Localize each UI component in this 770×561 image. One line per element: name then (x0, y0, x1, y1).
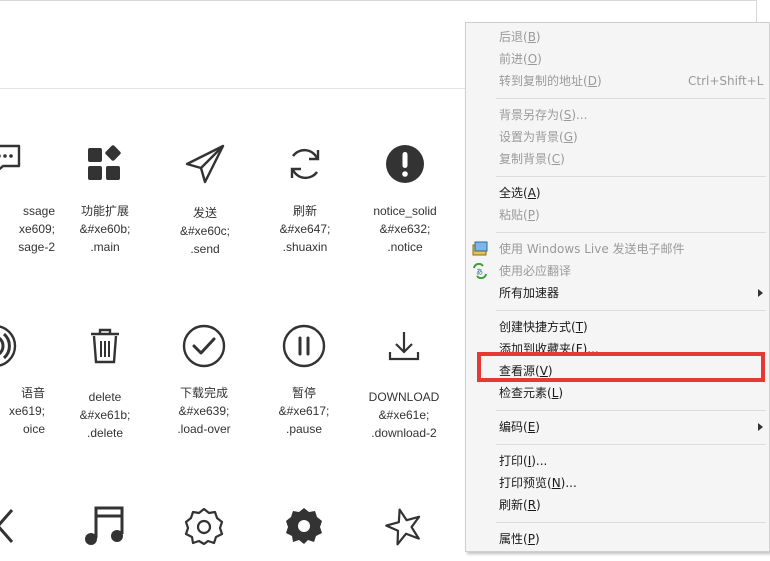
icon-label: 功能扩展 (80, 204, 129, 218)
refresh-icon (290, 148, 320, 180)
icon-class: .shuaxin (282, 240, 328, 254)
menu-shortcut-goto: Ctrl+Shift+L (688, 74, 764, 88)
menu-separator (496, 98, 766, 99)
icon-cell-notice[interactable]: notice_solid &#xe632; .notice (355, 144, 455, 256)
menu-item-save-background[interactable]: 背景另存为(S)... (499, 105, 587, 125)
icon-code: &#xe61b; (79, 408, 131, 422)
icon-cell-refresh[interactable]: 刷新 &#xe647; .shuaxin (255, 144, 355, 256)
icon-label: 刷新 (292, 204, 317, 218)
email-icon (472, 241, 488, 256)
context-menu: 后退(B) 前进(O) 转到复制的地址(D) Ctrl+Shift+L 背景另存… (465, 22, 770, 552)
music-icon[interactable] (82, 502, 128, 548)
icon-label: notice_solid (373, 204, 437, 218)
icon-code: &#xe632; (379, 222, 431, 236)
send-icon (185, 144, 225, 184)
highlight-box (477, 352, 765, 382)
icon-class: .pause (285, 422, 323, 436)
chevron-left-icon[interactable] (0, 506, 20, 546)
icon-code: &#xe60b; (79, 222, 131, 236)
message-icon (0, 144, 21, 171)
menu-item-goto-copied-address[interactable]: 转到复制的地址(D) (499, 71, 602, 91)
grid-icon (88, 145, 121, 180)
icon-code: &#xe647; (279, 222, 331, 236)
icon-code: &#xe639; (178, 404, 230, 418)
submenu-arrow-icon (758, 423, 763, 431)
icon-cell-pause[interactable]: 暂停 &#xe617; .pause (254, 324, 354, 438)
menu-separator (496, 410, 766, 411)
icon-label: 下载完成 (179, 386, 228, 400)
icon-cell-voice[interactable]: 语音 xe619; oice (0, 324, 45, 438)
menu-item-set-background[interactable]: 设置为背景(G) (499, 127, 578, 147)
icon-code: xe619; (8, 404, 45, 418)
icon-class: .notice (387, 240, 423, 254)
menu-separator (496, 444, 766, 445)
translate-icon: あ (473, 263, 487, 279)
icon-cell-send[interactable]: 发送 &#xe60c; .send (155, 142, 255, 258)
menu-item-inspect-element[interactable]: 检查元素(L) (499, 383, 563, 403)
icon-label: DOWNLOAD (368, 390, 440, 404)
icon-code: &#xe60c; (179, 224, 231, 238)
menu-separator (496, 310, 766, 311)
star-icon[interactable] (384, 506, 424, 546)
submenu-arrow-icon (758, 289, 763, 297)
menu-item-properties[interactable]: 属性(P) (499, 529, 540, 549)
menu-item-select-all[interactable]: 全选(A) (499, 183, 541, 203)
icon-label: 暂停 (291, 386, 316, 400)
check-circle-icon (182, 324, 226, 368)
icon-class: sage-2 (18, 240, 55, 254)
icon-class: .delete (86, 426, 124, 440)
icon-code: xe609; (18, 222, 55, 236)
download-icon (388, 332, 420, 361)
icon-code: &#xe61e; (378, 408, 430, 422)
menu-separator (496, 232, 766, 233)
icon-class: .load-over (177, 422, 231, 436)
menu-item-all-accelerators[interactable]: 所有加速器 (499, 283, 559, 303)
icon-cell-main[interactable]: 功能扩展 &#xe60b; .main (55, 144, 155, 256)
icon-label: 语音 (20, 386, 45, 400)
notice-icon (386, 145, 424, 183)
icon-label: delete (88, 390, 122, 404)
voice-icon (0, 325, 17, 367)
icon-cell-download[interactable]: DOWNLOAD &#xe61e; .download-2 (354, 328, 454, 442)
icon-label: ssage (22, 204, 55, 218)
menu-item-forward[interactable]: 前进(O) (499, 49, 542, 69)
menu-item-paste[interactable]: 粘贴(P) (499, 205, 540, 225)
icon-cell-message[interactable]: ssage xe609; sage-2 (0, 140, 55, 256)
icon-label: 发送 (192, 206, 217, 220)
menu-item-create-shortcut[interactable]: 创建快捷方式(T) (499, 317, 588, 337)
menu-item-print-preview[interactable]: 打印预览(N)... (499, 473, 577, 493)
menu-item-print[interactable]: 打印(I)... (499, 451, 547, 471)
trash-icon (91, 328, 119, 364)
icon-cell-load-over[interactable]: 下载完成 &#xe639; .load-over (154, 324, 254, 438)
menu-item-back[interactable]: 后退(B) (499, 27, 541, 47)
settings-solid-icon[interactable] (284, 506, 324, 546)
menu-item-refresh[interactable]: 刷新(R) (499, 495, 541, 515)
menu-item-encoding[interactable]: 编码(E) (499, 417, 540, 437)
menu-item-bing-translate[interactable]: 使用必应翻译 (499, 261, 571, 281)
menu-separator (496, 176, 766, 177)
menu-separator (496, 522, 766, 523)
menu-item-email-windows-live[interactable]: 使用 Windows Live 发送电子邮件 (499, 239, 685, 259)
icon-class: oice (22, 422, 45, 436)
pause-icon (282, 324, 326, 368)
menu-item-copy-background[interactable]: 复制背景(C) (499, 149, 565, 169)
icon-code: &#xe617; (278, 404, 330, 418)
settings-outline-icon[interactable] (184, 506, 224, 546)
icon-class: .send (190, 242, 220, 256)
icon-cell-delete[interactable]: delete &#xe61b; .delete (55, 326, 155, 442)
icon-class: .download-2 (371, 426, 437, 440)
svg-text:あ: あ (476, 268, 483, 276)
icon-class: .main (90, 240, 120, 254)
